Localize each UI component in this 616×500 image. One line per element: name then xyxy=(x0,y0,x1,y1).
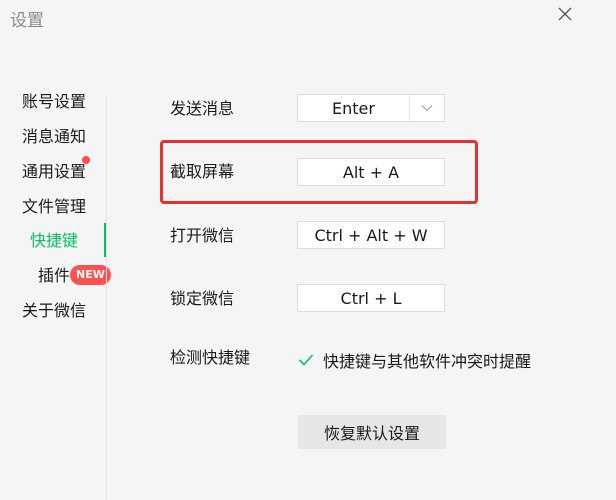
send-message-label: 发送消息 xyxy=(170,99,235,118)
chevron-down-icon[interactable] xyxy=(410,95,444,121)
send-message-value: Enter xyxy=(298,95,410,121)
open-wechat-key-field[interactable]: Ctrl + Alt + W xyxy=(297,221,445,249)
sidebar-item-notifications[interactable]: 消息通知 xyxy=(22,127,86,147)
screenshot-key-field[interactable]: Alt + A xyxy=(297,158,445,186)
close-icon xyxy=(558,7,572,21)
open-wechat-label: 打开微信 xyxy=(170,226,235,245)
sidebar-item-about[interactable]: 关于微信 xyxy=(22,301,86,321)
screenshot-label: 截取屏幕 xyxy=(170,162,235,181)
sidebar-item-plugins[interactable]: 插件 xyxy=(38,266,70,286)
general-update-dot xyxy=(82,156,90,164)
sidebar-item-files[interactable]: 文件管理 xyxy=(22,197,86,217)
lock-wechat-label: 锁定微信 xyxy=(170,289,235,308)
sidebar-item-account[interactable]: 账号设置 xyxy=(22,92,86,112)
conflict-reminder-checkbox[interactable]: 快捷键与其他软件冲突时提醒 xyxy=(297,348,531,372)
sidebar-item-shortcuts[interactable]: 快捷键 xyxy=(30,231,78,251)
conflict-reminder-label: 快捷键与其他软件冲突时提醒 xyxy=(323,352,532,371)
lock-wechat-key-field[interactable]: Ctrl + L xyxy=(297,284,445,312)
close-button[interactable] xyxy=(552,2,578,26)
sidebar: 账号设置 消息通知 通用设置 文件管理 快捷键 插件 NEW 关于微信 xyxy=(0,0,111,500)
send-message-select[interactable]: Enter xyxy=(297,94,445,122)
checkmark-icon[interactable] xyxy=(297,351,315,369)
detect-shortcut-label: 检测快捷键 xyxy=(170,348,251,367)
sidebar-item-general[interactable]: 通用设置 xyxy=(22,162,86,182)
new-badge: NEW xyxy=(70,265,111,285)
sidebar-divider xyxy=(106,96,107,500)
restore-defaults-button[interactable]: 恢复默认设置 xyxy=(298,415,446,449)
